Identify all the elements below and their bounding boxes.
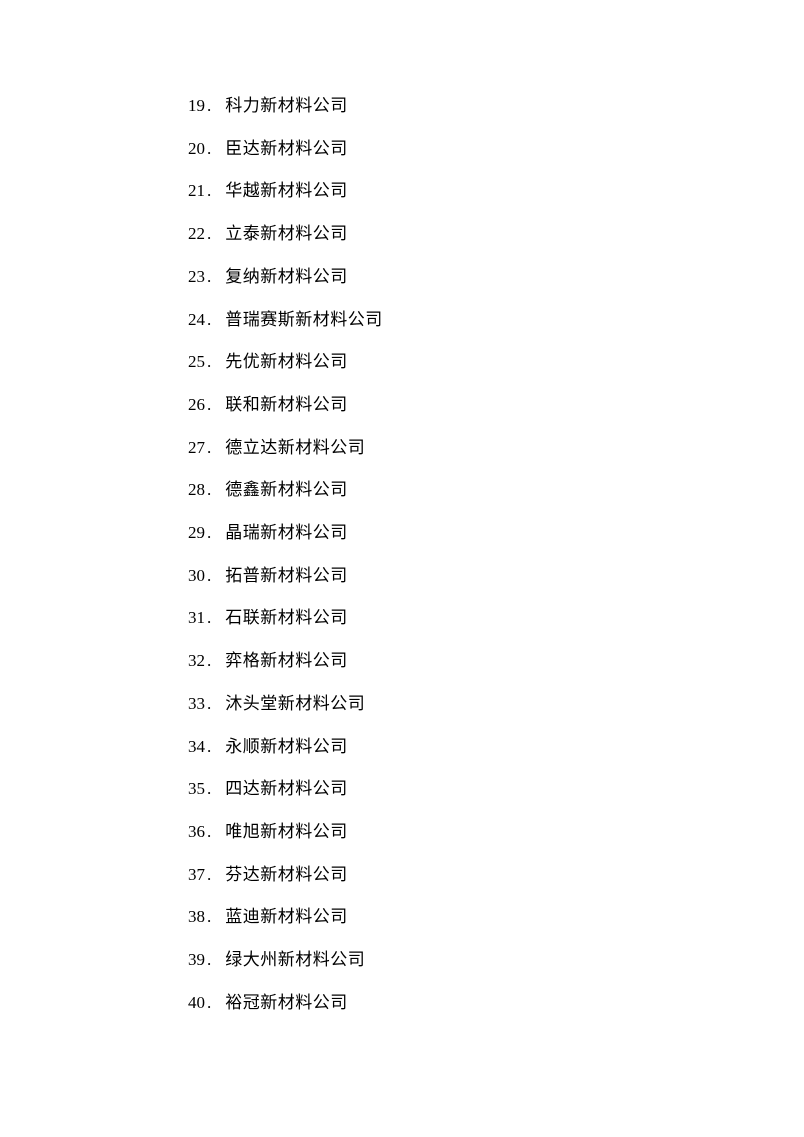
list-item-text: 联和新材料公司: [225, 384, 348, 427]
list-item-dot: .: [207, 299, 211, 342]
list-item-text: 立泰新材料公司: [225, 213, 348, 256]
list-item-text: 弈格新材料公司: [225, 640, 348, 683]
list-item-text: 唯旭新材料公司: [225, 811, 348, 854]
list-item-dot: .: [207, 982, 211, 1025]
list-item-text: 华越新材料公司: [225, 170, 348, 213]
list-item-number: 35: [167, 768, 205, 811]
list-item: 30. 拓普新材料公司: [167, 555, 804, 598]
list-item-dot: .: [207, 85, 211, 128]
list-item-text: 晶瑞新材料公司: [225, 512, 348, 555]
list-item-dot: .: [207, 256, 211, 299]
list-item: 22. 立泰新材料公司: [167, 213, 804, 256]
list-item: 36. 唯旭新材料公司: [167, 811, 804, 854]
list-item-text: 复纳新材料公司: [225, 256, 348, 299]
list-item-text: 拓普新材料公司: [225, 555, 348, 598]
list-item-dot: .: [207, 128, 211, 171]
list-item: 19. 科力新材料公司: [167, 85, 804, 128]
list-item-dot: .: [207, 427, 211, 470]
list-item: 26. 联和新材料公司: [167, 384, 804, 427]
list-item-number: 28: [167, 469, 205, 512]
list-item-number: 22: [167, 213, 205, 256]
list-item-dot: .: [207, 768, 211, 811]
list-item-text: 四达新材料公司: [225, 768, 348, 811]
list-item-dot: .: [207, 939, 211, 982]
list-item-dot: .: [207, 854, 211, 897]
list-item-text: 科力新材料公司: [225, 85, 348, 128]
list-item-text: 德立达新材料公司: [225, 427, 365, 470]
list-item-number: 25: [167, 341, 205, 384]
list-item-dot: .: [207, 683, 211, 726]
list-item-number: 21: [167, 170, 205, 213]
list-item-number: 36: [167, 811, 205, 854]
list-item-text: 普瑞赛斯新材料公司: [225, 299, 383, 342]
list-item-dot: .: [207, 170, 211, 213]
list-item: 25. 先优新材料公司: [167, 341, 804, 384]
list-item: 37. 芬达新材料公司: [167, 854, 804, 897]
list-item: 38. 蓝迪新材料公司: [167, 896, 804, 939]
list-item: 23. 复纳新材料公司: [167, 256, 804, 299]
list-item-text: 臣达新材料公司: [225, 128, 348, 171]
list-item-number: 34: [167, 726, 205, 769]
list-item-dot: .: [207, 597, 211, 640]
list-item-number: 23: [167, 256, 205, 299]
list-item-text: 永顺新材料公司: [225, 726, 348, 769]
list-item-text: 德鑫新材料公司: [225, 469, 348, 512]
list-item-number: 30: [167, 555, 205, 598]
list-item-text: 芬达新材料公司: [225, 854, 348, 897]
list-item: 35. 四达新材料公司: [167, 768, 804, 811]
list-item-dot: .: [207, 811, 211, 854]
list-item-dot: .: [207, 896, 211, 939]
list-item-dot: .: [207, 726, 211, 769]
list-item-text: 蓝迪新材料公司: [225, 896, 348, 939]
list-item: 39. 绿大州新材料公司: [167, 939, 804, 982]
list-item-dot: .: [207, 512, 211, 555]
list-item-dot: .: [207, 384, 211, 427]
list-item: 20. 臣达新材料公司: [167, 128, 804, 171]
list-item: 34. 永顺新材料公司: [167, 726, 804, 769]
list-item-number: 32: [167, 640, 205, 683]
list-item: 28. 德鑫新材料公司: [167, 469, 804, 512]
list-item-text: 先优新材料公司: [225, 341, 348, 384]
list-item-number: 31: [167, 597, 205, 640]
numbered-list: 19. 科力新材料公司 20. 臣达新材料公司 21. 华越新材料公司 22. 立泰新材料公司…: [167, 85, 804, 1024]
list-item-dot: .: [207, 213, 211, 256]
list-item-dot: .: [207, 341, 211, 384]
list-item: 24. 普瑞赛斯新材料公司: [167, 299, 804, 342]
list-item: 31. 石联新材料公司: [167, 597, 804, 640]
list-item-number: 19: [167, 85, 205, 128]
list-item-dot: .: [207, 469, 211, 512]
list-item-number: 39: [167, 939, 205, 982]
list-item: 21. 华越新材料公司: [167, 170, 804, 213]
list-item-text: 裕冠新材料公司: [225, 982, 348, 1025]
list-item-text: 绿大州新材料公司: [225, 939, 365, 982]
list-item-dot: .: [207, 555, 211, 598]
list-item: 27. 德立达新材料公司: [167, 427, 804, 470]
list-item-number: 26: [167, 384, 205, 427]
list-item-number: 27: [167, 427, 205, 470]
list-item-number: 20: [167, 128, 205, 171]
list-item-number: 40: [167, 982, 205, 1025]
list-item-number: 33: [167, 683, 205, 726]
list-item: 32. 弈格新材料公司: [167, 640, 804, 683]
list-item-text: 沐头堂新材料公司: [225, 683, 365, 726]
list-item: 40. 裕冠新材料公司: [167, 982, 804, 1025]
list-item-number: 29: [167, 512, 205, 555]
list-item-number: 38: [167, 896, 205, 939]
list-item-dot: .: [207, 640, 211, 683]
list-item: 29. 晶瑞新材料公司: [167, 512, 804, 555]
list-item-number: 37: [167, 854, 205, 897]
list-item-number: 24: [167, 299, 205, 342]
list-item-text: 石联新材料公司: [225, 597, 348, 640]
list-item: 33. 沐头堂新材料公司: [167, 683, 804, 726]
